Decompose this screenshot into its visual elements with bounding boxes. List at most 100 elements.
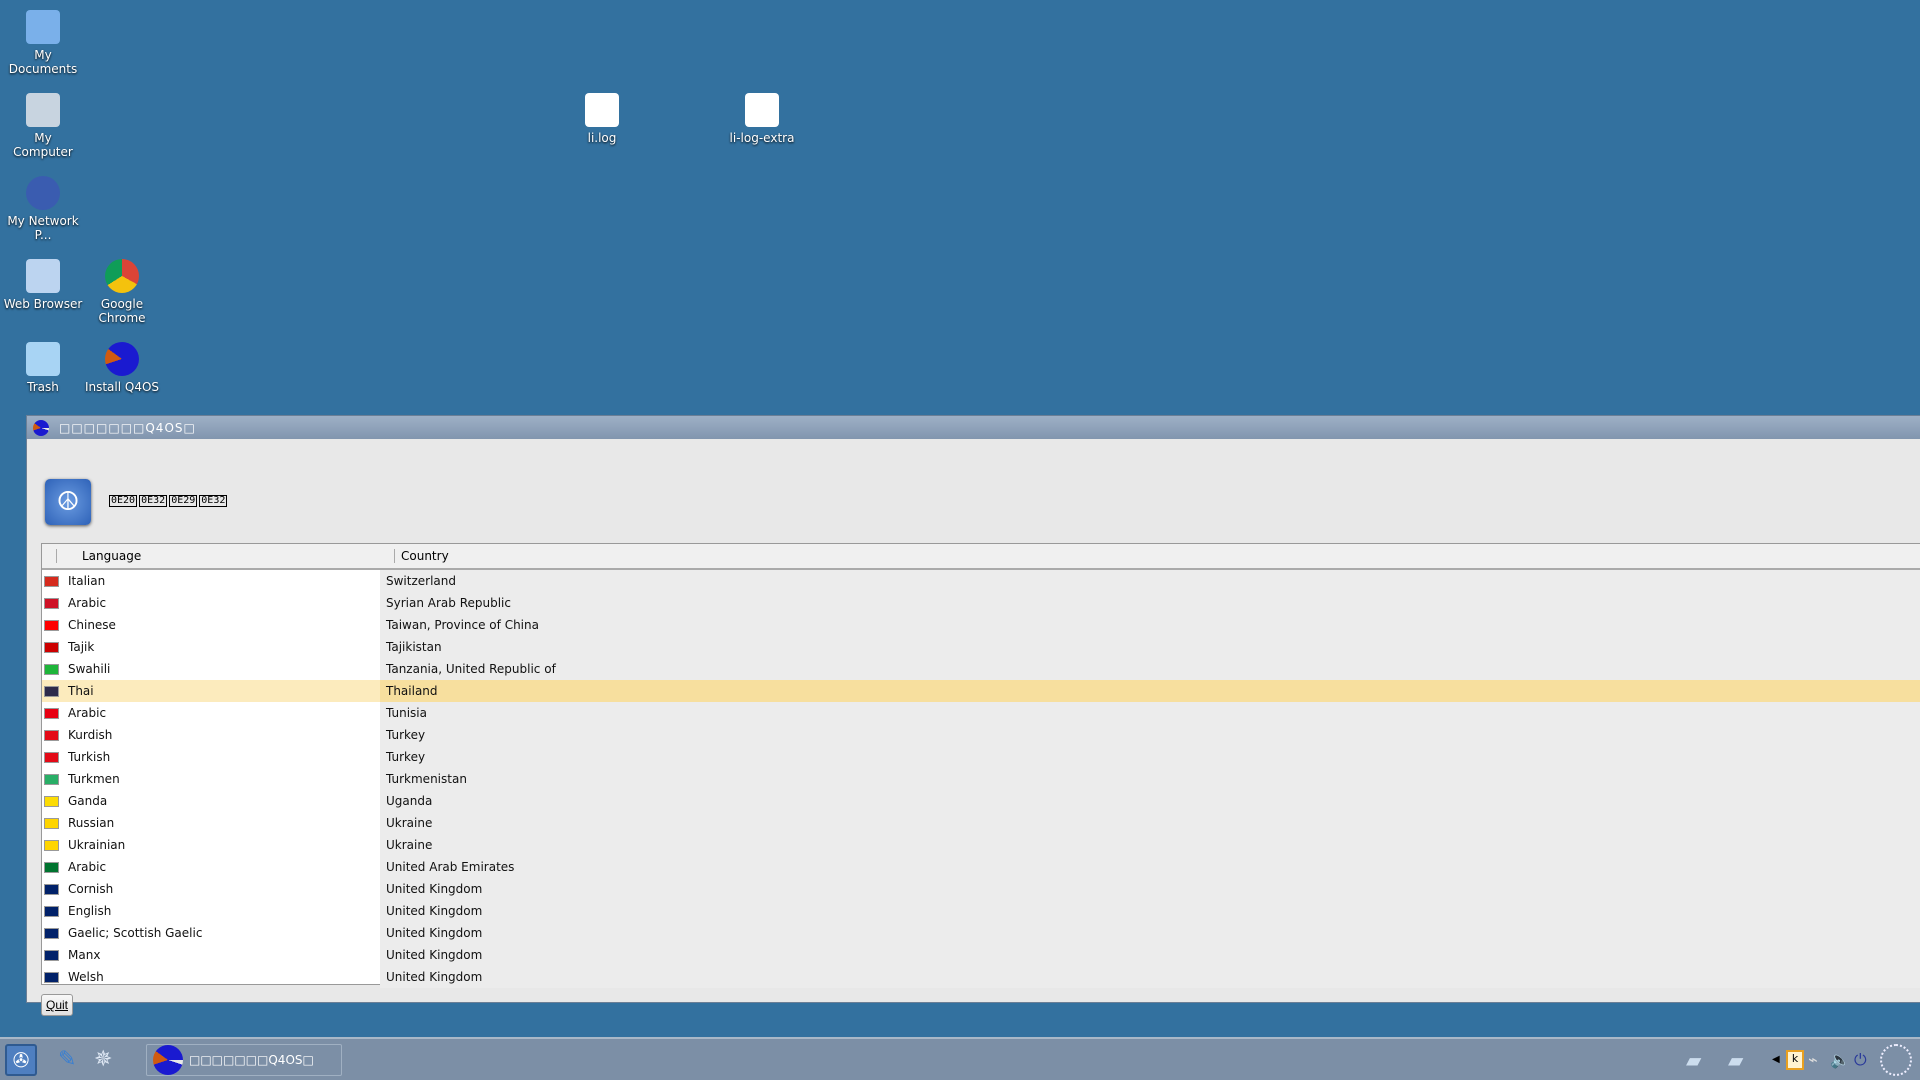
table-row[interactable]: Manx United Kingdom [42, 944, 1920, 966]
country-cell: Taiwan, Province of China [380, 614, 1920, 636]
column-header-language[interactable]: Language [56, 549, 394, 563]
table-row[interactable]: Ukrainian Ukraine [42, 834, 1920, 856]
flag-icon [44, 729, 59, 741]
column-header-country[interactable]: Country [394, 549, 449, 563]
country-cell: Ukraine [380, 834, 1920, 856]
language-cell: Arabic [42, 856, 380, 878]
country-cell: Tunisia [380, 702, 1920, 724]
taskbar-window-label: □□□□□□□Q4OS□ [189, 1053, 314, 1067]
table-row[interactable]: Tajik Tajikistan [42, 636, 1920, 658]
usb-device-mounted-icon[interactable]: ▰ [1728, 1044, 1762, 1076]
table-row[interactable]: Chinese Taiwan, Province of China [42, 614, 1920, 636]
locale-list[interactable]: Language Country Italian Switzerland Arabi… [41, 543, 1920, 988]
window-title: □□□□□□□Q4OS□ [59, 420, 196, 435]
text-editor-launcher-icon[interactable]: ✎ [58, 1044, 86, 1076]
language-cell: Cornish [42, 878, 380, 900]
country-cell: Turkmenistan [380, 768, 1920, 790]
country-cell: United Kingdom [380, 900, 1920, 922]
language-label: Ukrainian [68, 838, 126, 852]
table-row[interactable]: Arabic Tunisia [42, 702, 1920, 724]
desktop-icon-label: My Documents [8, 48, 78, 76]
start-menu-button[interactable]: ✇ [5, 1044, 37, 1076]
flag-icon [44, 817, 59, 829]
network-icon [26, 176, 60, 210]
desktop-icon-label: Web Browser [3, 297, 83, 311]
taskbar-window-button[interactable]: □□□□□□□Q4OS□ [146, 1044, 342, 1076]
flag-icon [44, 795, 59, 807]
language-cell: Swahili [42, 658, 380, 680]
country-cell: Tajikistan [380, 636, 1920, 658]
network-cable-icon[interactable]: ⌁ [1808, 1044, 1828, 1076]
q4os-logo-icon [33, 419, 49, 436]
glyph-box: 0E32 [139, 495, 168, 507]
desktop-icon-install-q4os[interactable]: Install Q4OS [82, 342, 162, 394]
volume-icon[interactable]: 🔈 [1830, 1044, 1850, 1076]
flag-icon [44, 575, 59, 587]
country-cell: Ukraine [380, 812, 1920, 834]
language-label: Thai [68, 684, 94, 698]
language-label: Kurdish [68, 728, 113, 742]
flag-icon [44, 971, 59, 983]
trash-icon [26, 342, 60, 376]
language-label: Turkmen [68, 772, 120, 786]
desktop-icon-label: Google Chrome [98, 297, 146, 325]
clock-icon[interactable] [1880, 1044, 1912, 1076]
language-cell: Arabic [42, 592, 380, 614]
flag-icon [44, 949, 59, 961]
table-row[interactable]: Arabic United Arab Emirates [42, 856, 1920, 878]
language-label: Russian [68, 816, 115, 830]
table-row[interactable]: Kurdish Turkey [42, 724, 1920, 746]
window-titlebar[interactable]: □□□□□□□Q4OS□ [27, 416, 1920, 439]
text-document-icon [745, 93, 779, 127]
flag-icon [44, 619, 59, 631]
q4os-logo-icon [153, 1045, 183, 1075]
country-cell: Turkey [380, 724, 1920, 746]
language-label: Cornish [68, 882, 114, 896]
desktop-icon-google-chrome[interactable]: Google Chrome [82, 259, 162, 325]
table-row[interactable]: English United Kingdom [42, 900, 1920, 922]
quit-button[interactable]: Quit [41, 994, 73, 1016]
desktop-icon-li-log[interactable]: li.log [562, 93, 642, 145]
table-row[interactable]: Turkmen Turkmenistan [42, 768, 1920, 790]
table-row[interactable]: Arabic Syrian Arab Republic [42, 592, 1920, 614]
usb-device-icon[interactable]: ▰ [1686, 1044, 1720, 1076]
desktop-icon-my-computer[interactable]: My Computer [3, 93, 83, 159]
header-title: 0E20 0E32 0E29 0E32 [109, 495, 229, 507]
tray-expand-arrow-icon[interactable]: ◀ [1772, 1044, 1780, 1076]
clipboard-icon[interactable]: k [1786, 1050, 1804, 1070]
country-cell: Syrian Arab Republic [380, 592, 1920, 614]
desktop-icon-web-browser[interactable]: Web Browser [3, 259, 83, 311]
desktop-icon-trash[interactable]: Trash [3, 342, 83, 394]
taskbar: ✇ ✎ ✵ □□□□□□□Q4OS□ ▰ ▰ ◀ k ⌁ 🔈 ⏻ [0, 1037, 1920, 1080]
country-cell: United Kingdom [380, 966, 1920, 988]
language-cell: Ganda [42, 790, 380, 812]
desktop-icon-label: Trash [27, 380, 59, 394]
table-row[interactable]: Thai Thailand [42, 680, 1920, 702]
language-label: Ganda [68, 794, 108, 808]
desktop-icon-label: My Computer [13, 131, 73, 159]
folder-icon [26, 10, 60, 44]
desktop-icon-my-network-p-[interactable]: My Network P... [3, 176, 83, 242]
table-row[interactable]: Cornish United Kingdom [42, 878, 1920, 900]
language-label: Turkish [68, 750, 111, 764]
table-row[interactable]: Russian Ukraine [42, 812, 1920, 834]
language-cell: Italian [42, 570, 380, 592]
desktop-icon-my-documents[interactable]: My Documents [3, 10, 83, 76]
desktop-icon-label: li-log-extra [729, 131, 795, 145]
flag-icon [44, 883, 59, 895]
power-plug-icon[interactable]: ⏻ [1854, 1044, 1874, 1076]
web-browser-launcher-icon[interactable]: ✵ [94, 1044, 122, 1076]
language-cell: Tajik [42, 636, 380, 658]
table-row[interactable]: Welsh United Kingdom [42, 966, 1920, 988]
web-browser-icon [26, 259, 60, 293]
table-row[interactable]: Turkish Turkey [42, 746, 1920, 768]
table-row[interactable]: Italian Switzerland [42, 570, 1920, 592]
desktop-icon-li-log-extra[interactable]: li-log-extra [722, 93, 802, 145]
q4os-icon [105, 342, 139, 376]
table-row[interactable]: Swahili Tanzania, United Republic of [42, 658, 1920, 680]
table-row[interactable]: Gaelic; Scottish Gaelic United Kingdom [42, 922, 1920, 944]
flag-icon [44, 641, 59, 653]
table-row[interactable]: Ganda Uganda [42, 790, 1920, 812]
country-cell: Uganda [380, 790, 1920, 812]
language-cell: Arabic [42, 702, 380, 724]
